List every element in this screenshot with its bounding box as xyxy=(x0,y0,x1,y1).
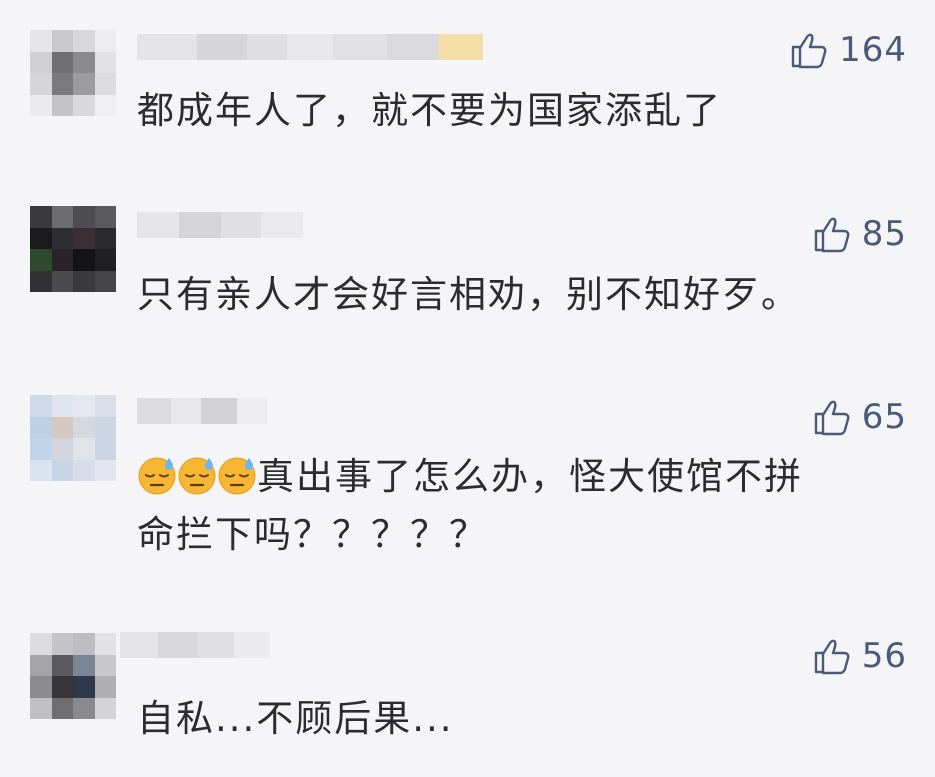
avatar[interactable] xyxy=(30,633,116,719)
avatar[interactable] xyxy=(30,395,116,481)
username-blurred[interactable] xyxy=(137,398,267,424)
avatar[interactable] xyxy=(30,30,116,116)
like-count: 56 xyxy=(861,636,907,676)
avatar[interactable] xyxy=(30,206,116,292)
like-button[interactable]: 65 xyxy=(812,397,907,437)
username-blurred[interactable] xyxy=(120,632,270,658)
thumbs-up-icon xyxy=(812,636,852,676)
thumbs-up-icon xyxy=(789,30,829,70)
username-blurred[interactable] xyxy=(137,34,503,60)
like-button[interactable]: 85 xyxy=(812,214,907,254)
comment-text: 只有亲人才会好言相劝，别不知好歹。 xyxy=(137,273,800,316)
thumbs-up-icon xyxy=(812,397,852,437)
like-count: 85 xyxy=(861,214,907,254)
comment-text: 真出事了怎么办，怪大使馆不拼 命拦下吗？？？？？ xyxy=(137,448,911,564)
thumbs-up-icon xyxy=(812,214,852,254)
like-button[interactable]: 164 xyxy=(789,30,907,70)
comment-text-line-1: 真出事了怎么办，怪大使馆不拼 xyxy=(137,448,911,506)
comment-text: 都成年人了，就不要为国家添乱了 xyxy=(137,89,722,132)
username-blurred[interactable] xyxy=(137,212,303,238)
comment-text-line-1-content: 真出事了怎么办，怪大使馆不拼 xyxy=(257,455,803,498)
like-count: 65 xyxy=(861,397,907,437)
downcast-face-with-sweat-emoji xyxy=(177,455,217,495)
comment-text: 自私...不顾后果... xyxy=(137,697,454,740)
like-count: 164 xyxy=(839,30,907,70)
downcast-face-with-sweat-emoji xyxy=(217,455,257,495)
like-button[interactable]: 56 xyxy=(812,636,907,676)
comment-text-line-2: 命拦下吗？？？？？ xyxy=(137,513,488,556)
downcast-face-with-sweat-emoji xyxy=(137,455,177,495)
